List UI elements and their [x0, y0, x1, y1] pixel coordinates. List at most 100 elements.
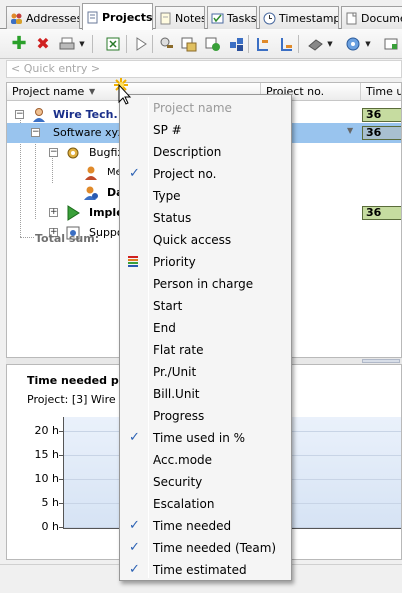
menu-item-sp[interactable]: SP #	[122, 119, 289, 141]
menu-item-escalation[interactable]: Escalation	[122, 493, 289, 515]
collapse-icon[interactable]: −	[15, 110, 24, 119]
menu-item-label: Progress	[153, 409, 205, 423]
y-tick-label: 5 h	[41, 496, 59, 509]
toolbar: ✚ ✖ ▼ ▼ ▼	[0, 29, 402, 59]
tab-addresses[interactable]: Addresses	[6, 6, 80, 29]
quick-entry-input[interactable]: < Quick entry >	[6, 60, 402, 78]
book-dropdown-icon[interactable]: ▼	[326, 35, 334, 53]
menu-item-label: Acc.mode	[153, 453, 213, 467]
y-tick-mark	[59, 431, 63, 432]
menu-item-flat-rate[interactable]: Flat rate	[122, 339, 289, 361]
y-tick-mark	[59, 527, 63, 528]
column-header-time-used[interactable]: Time us	[361, 83, 401, 101]
delete-icon[interactable]: ✖	[34, 35, 52, 53]
team-icon[interactable]	[228, 35, 246, 53]
expand-icon[interactable]: +	[49, 208, 58, 217]
tasks-icon	[211, 12, 224, 25]
checkmark-icon: ✓	[129, 540, 140, 555]
menu-item-end[interactable]: End	[122, 317, 289, 339]
priority-icon	[128, 256, 138, 268]
menu-item-status[interactable]: Status	[122, 207, 289, 229]
menu-item-person-in-charge[interactable]: Person in charge	[122, 273, 289, 295]
checkmark-icon: ✓	[129, 430, 140, 445]
collapse-icon[interactable]: −	[31, 128, 40, 137]
y-tick-label: 0 h	[41, 520, 59, 533]
clock-icon	[263, 12, 276, 25]
menu-item-priority[interactable]: Priority	[122, 251, 289, 273]
menu-item-label: Project name	[153, 101, 232, 115]
menu-item-project-no[interactable]: ✓ Project no.	[122, 163, 289, 185]
y-tick-label: 10 h	[34, 472, 59, 485]
view-icon[interactable]	[344, 35, 362, 53]
menu-item-progress[interactable]: Progress	[122, 405, 289, 427]
chevron-down-icon[interactable]: ▼	[347, 126, 353, 135]
tab-label: Notes	[175, 11, 205, 25]
checkmark-icon: ✓	[129, 166, 140, 181]
menu-item-label: Description	[153, 145, 222, 159]
toolbar-separator	[152, 35, 153, 53]
menu-item-label: Escalation	[153, 497, 215, 511]
menu-item-label: Type	[153, 189, 181, 203]
toolbar-separator	[126, 35, 127, 53]
menu-item-security[interactable]: Security	[122, 471, 289, 493]
time-used-bar: 36	[362, 206, 401, 220]
documents-icon	[345, 12, 358, 25]
add-icon[interactable]: ✚	[10, 35, 28, 53]
chart-title: Time needed per	[27, 374, 132, 387]
menu-item-time-needed[interactable]: ✓ Time needed	[122, 515, 289, 537]
total-sum-label: Total sum:	[35, 232, 100, 245]
tools-icon[interactable]	[158, 35, 176, 53]
toolbar-separator	[92, 35, 93, 53]
menu-item-time-estimated[interactable]: ✓ Time estimated	[122, 559, 289, 581]
tab-documents[interactable]: Documen	[341, 6, 402, 29]
checkmark-icon: ✓	[129, 518, 140, 533]
menu-item-bill-unit[interactable]: Bill.Unit	[122, 383, 289, 405]
tab-projects[interactable]: Projects	[82, 3, 153, 30]
menu-item-label: Bill.Unit	[153, 387, 200, 401]
menu-item-label: Person in charge	[153, 277, 254, 291]
collapse-icon[interactable]: −	[49, 148, 58, 157]
menu-item-label: Pr./Unit	[153, 365, 197, 379]
play-icon[interactable]	[132, 35, 150, 53]
sort-arrow-icon: ▼	[89, 87, 96, 96]
add-task-icon[interactable]	[204, 35, 222, 53]
menu-item-label: Time used in %	[153, 431, 246, 445]
menu-item-start[interactable]: Start	[122, 295, 289, 317]
print-icon[interactable]	[58, 35, 76, 53]
menu-item-time-used-in[interactable]: ✓ Time used in %	[122, 427, 289, 449]
menu-item-acc-mode[interactable]: Acc.mode	[122, 449, 289, 471]
person-info-icon	[83, 185, 99, 204]
menu-item-time-needed-team[interactable]: ✓ Time needed (Team)	[122, 537, 289, 559]
gear-icon	[65, 145, 81, 164]
menu-item-type[interactable]: Type	[122, 185, 289, 207]
menu-item-label: Priority	[153, 255, 196, 269]
subproject-icon[interactable]	[180, 35, 198, 53]
mouse-cursor-icon	[110, 74, 140, 109]
excel-export-icon[interactable]	[104, 35, 122, 53]
book-icon[interactable]	[306, 35, 324, 53]
tab-tasks[interactable]: Tasks	[207, 6, 257, 29]
print-dropdown-icon[interactable]: ▼	[78, 35, 86, 53]
expand-all-icon[interactable]	[254, 35, 272, 53]
more-icon[interactable]	[382, 35, 400, 53]
menu-item-label: Quick access	[153, 233, 232, 247]
view-dropdown-icon[interactable]: ▼	[364, 35, 372, 53]
tab-timestamps[interactable]: Timestamps	[259, 6, 339, 29]
toolbar-separator	[248, 35, 249, 53]
column-header-label: Project name	[12, 85, 85, 98]
menu-item-quick-access[interactable]: Quick access	[122, 229, 289, 251]
tab-bar: Addresses Projects Notes Tasks Timestamp…	[0, 0, 402, 30]
menu-item-description[interactable]: Description	[122, 141, 289, 163]
tree-row-label: Software xyz	[53, 126, 124, 139]
collapse-all-icon[interactable]	[278, 35, 296, 53]
menu-item-label: Time estimated	[153, 563, 247, 577]
menu-item-label: Start	[153, 299, 183, 313]
tab-label: Timestamps	[279, 11, 338, 25]
y-tick-label: 15 h	[34, 448, 59, 461]
people-icon	[10, 12, 23, 25]
menu-item-label: Time needed (Team)	[153, 541, 277, 555]
menu-item-pr-unit[interactable]: Pr./Unit	[122, 361, 289, 383]
splitter-handle[interactable]	[362, 359, 400, 363]
y-tick-mark	[59, 503, 63, 504]
tab-notes[interactable]: Notes	[155, 6, 205, 29]
